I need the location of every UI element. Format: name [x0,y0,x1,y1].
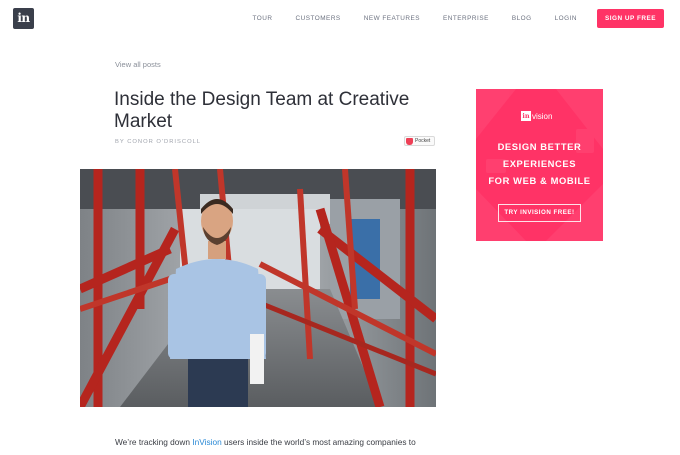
try-invision-free-button[interactable]: TRY INVISION FREE! [498,204,581,222]
pocket-label: Pocket [415,138,431,144]
ad-logo-mark: in [521,111,531,121]
nav-new-features[interactable]: NEW FEATURES [364,15,420,22]
ad-logo-text: vision [532,111,553,121]
main-nav: TOUR CUSTOMERS NEW FEATURES ENTERPRISE B… [252,9,664,28]
view-all-posts-link[interactable]: View all posts [115,60,161,69]
article-intro: We’re tracking down InVision users insid… [115,434,445,455]
article-hero-image [80,169,436,407]
ad-headline: DESIGN BETTER EXPERIENCES FOR WEB & MOBI… [488,141,591,186]
pocket-button[interactable]: Pocket [404,136,435,146]
invision-link[interactable]: InVision [192,437,221,447]
nav-blog[interactable]: BLOG [512,15,532,22]
nav-enterprise[interactable]: ENTERPRISE [443,15,489,22]
invision-logo[interactable]: in [13,8,34,29]
ad-invision-logo: in vision [521,111,552,121]
invision-ad-banner[interactable]: in vision DESIGN BETTER EXPERIENCES FOR … [476,89,603,241]
pocket-icon [406,137,413,145]
article-byline: BY CONOR O'DRISCOLL [115,139,202,145]
site-header: in TOUR CUSTOMERS NEW FEATURES ENTERPRIS… [0,0,680,38]
nav-login[interactable]: LOGIN [555,15,577,22]
nav-customers[interactable]: CUSTOMERS [295,15,340,22]
article-title: Inside the Design Team at Creative Marke… [114,89,410,132]
article-intro-continued: discover their favorite tools, inspirati… [115,450,435,455]
sign-up-button[interactable]: SIGN UP FREE [597,9,664,28]
nav-tour[interactable]: TOUR [252,15,272,22]
